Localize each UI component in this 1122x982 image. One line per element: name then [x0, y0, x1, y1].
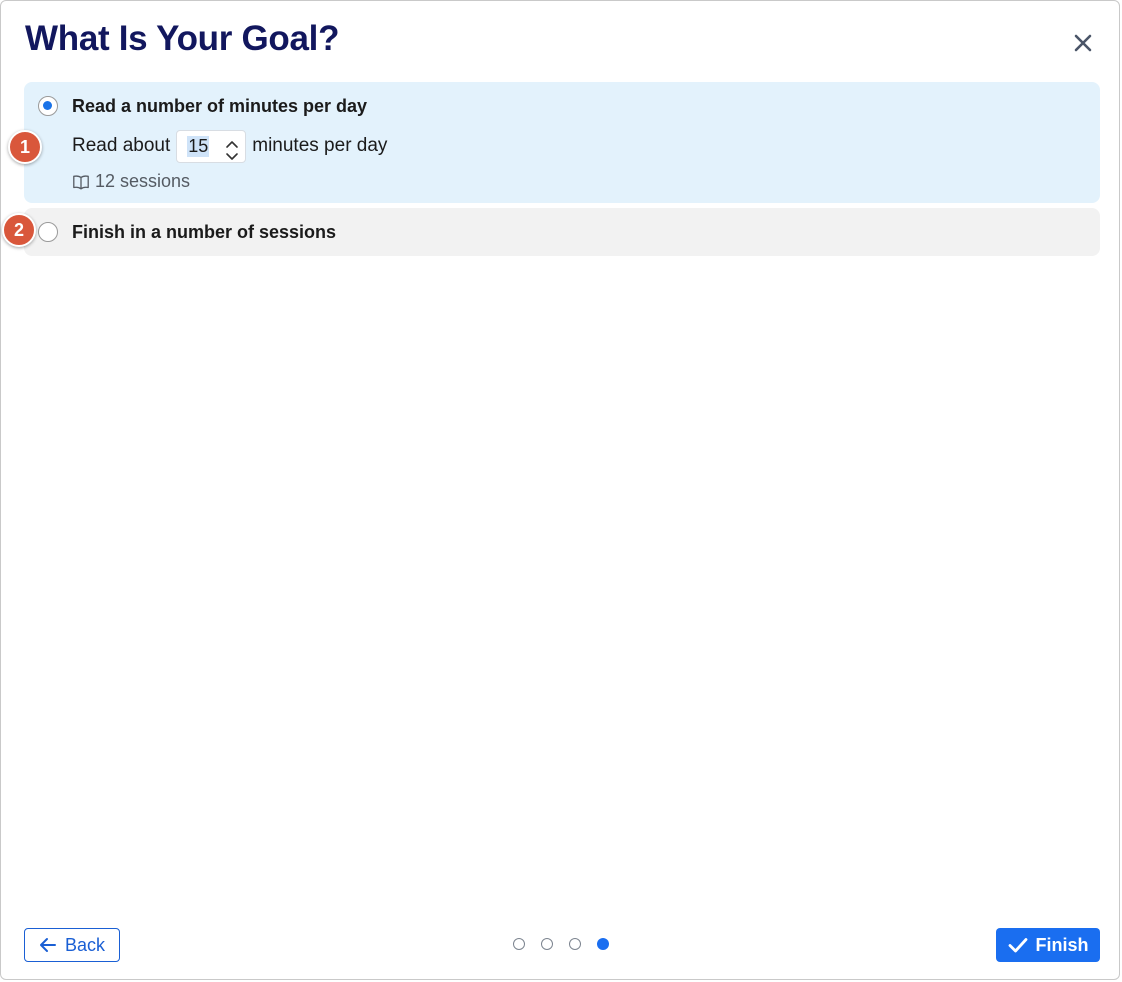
read-suffix: minutes per day	[252, 135, 388, 156]
check-icon	[1008, 937, 1028, 953]
option-label: Finish in a number of sessions	[72, 222, 337, 242]
minutes-input[interactable]: 15	[187, 135, 210, 157]
step-marker-1: 1	[8, 130, 42, 164]
goal-dialog: What Is Your Goal? Read a number of minu…	[0, 0, 1120, 980]
step-marker-2: 2	[2, 213, 36, 247]
option-sessions[interactable]: Finish in a number of sessions	[24, 208, 1100, 256]
finish-button[interactable]: Finish	[996, 928, 1100, 962]
sessions-count: 12 sessions	[95, 171, 191, 191]
finish-label: Finish	[1035, 934, 1089, 955]
arrow-left-icon	[39, 937, 57, 953]
minutes-row: Read about 15 minutes per day	[72, 128, 387, 164]
minutes-stepper[interactable]: 15	[176, 129, 247, 163]
sessions-info: 12 sessions	[72, 171, 190, 192]
read-prefix: Read about	[72, 135, 171, 156]
back-label: Back	[64, 934, 106, 955]
radio-minutes-per-day[interactable]	[38, 96, 58, 116]
dialog-title: What Is Your Goal?	[25, 19, 340, 58]
radio-sessions[interactable]	[38, 222, 58, 242]
close-icon	[1069, 29, 1097, 57]
chevron-up-icon[interactable]	[225, 134, 239, 148]
chevron-down-icon[interactable]	[225, 147, 239, 160]
step-dot-1[interactable]	[513, 938, 525, 950]
step-dot-4[interactable]	[597, 938, 609, 950]
book-icon	[72, 174, 90, 190]
option-label: Read a number of minutes per day	[72, 96, 368, 116]
step-dot-3[interactable]	[569, 938, 581, 950]
option-minutes-per-day[interactable]: Read a number of minutes per day Read ab…	[24, 82, 1100, 203]
step-indicator	[513, 938, 609, 950]
close-button[interactable]	[1069, 29, 1097, 57]
back-button[interactable]: Back	[24, 928, 120, 962]
step-dot-2[interactable]	[541, 938, 553, 950]
